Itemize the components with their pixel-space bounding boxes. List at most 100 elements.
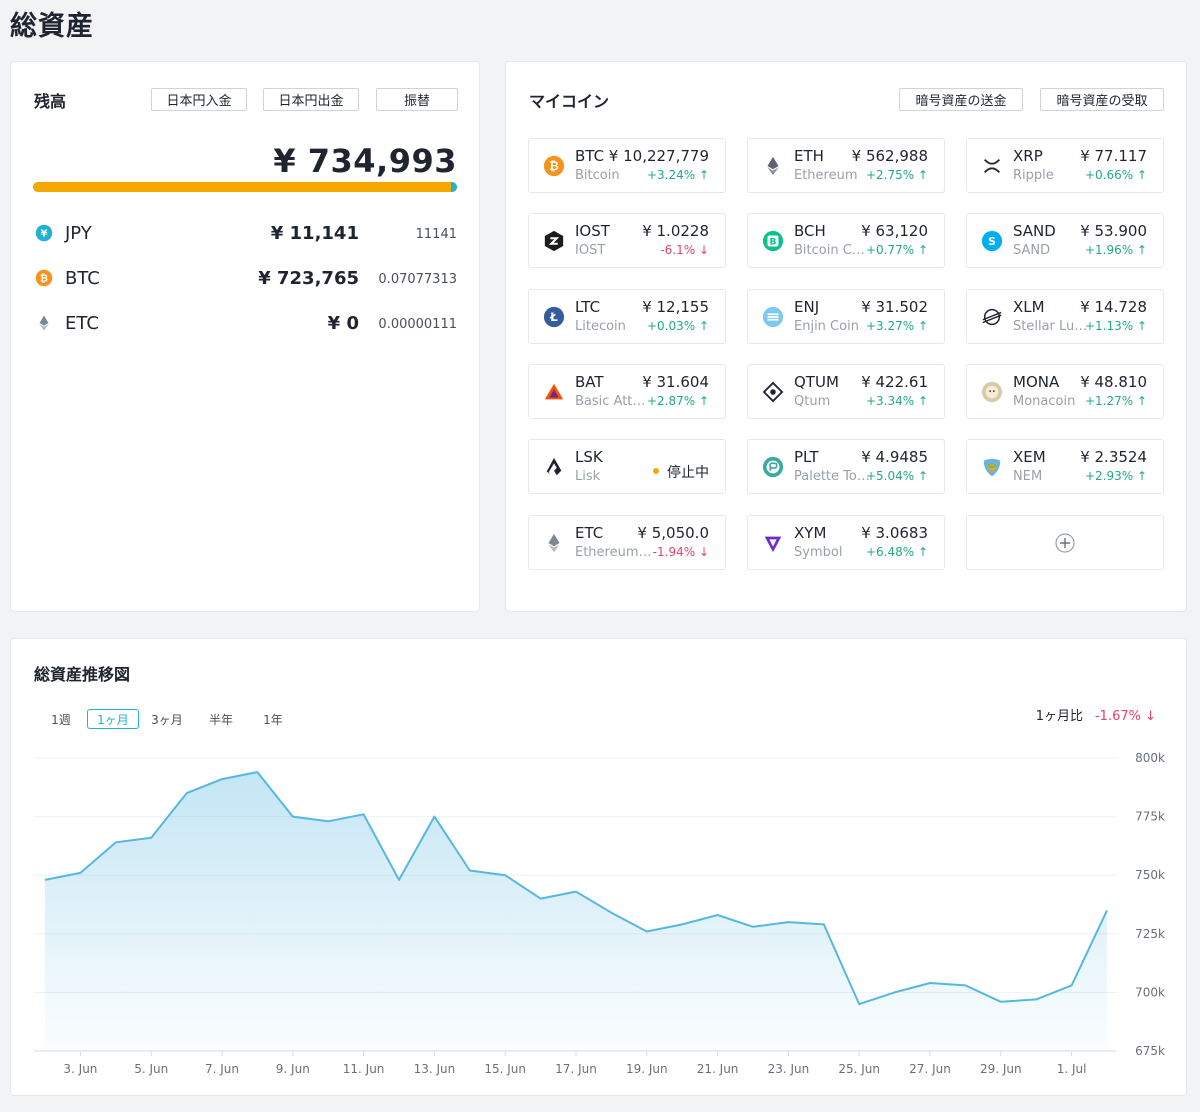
coin-card-bch[interactable]: B BCH Bitcoin Cash ¥ 63,120 +0.77% ↑ — [747, 213, 945, 268]
coin-name: IOST — [575, 243, 606, 258]
coin-card-mona[interactable]: MONA Monacoin ¥ 48.810 +1.27% ↑ — [966, 364, 1164, 419]
series-area — [45, 772, 1107, 1051]
coin-change: +2.75% ↑ — [865, 168, 928, 182]
coin-price: ¥ 2.3524 — [1080, 448, 1147, 466]
coin-name: Qtum — [794, 394, 831, 409]
coin-symbol: BAT — [575, 373, 604, 391]
data-point — [676, 918, 688, 930]
crypto-receive-button[interactable]: 暗号資産の受取 — [1040, 88, 1164, 111]
qtum-icon — [762, 381, 784, 403]
coin-card-qtum[interactable]: QTUM Qtum ¥ 422.61 +3.34% ↑ — [747, 364, 945, 419]
coin-price: ¥ 12,155 — [642, 298, 709, 316]
jpy-icon: ¥ — [35, 224, 53, 242]
trading-suspended-status: 停止中 — [653, 462, 709, 482]
x-tick-label: 5. Jun — [134, 1062, 168, 1076]
coin-card-iost[interactable]: IOST IOST ¥ 1.0228 -6.1% ↓ — [528, 213, 726, 268]
coin-symbol: ETH — [794, 147, 824, 165]
coin-card-plt[interactable]: PLT Palette Token ¥ 4.9485 +5.04% ↑ — [747, 439, 945, 494]
svg-text:Ł: Ł — [549, 310, 558, 324]
litecoin-icon: Ł — [543, 306, 565, 328]
data-point — [570, 886, 582, 898]
coin-symbol: ETC — [575, 524, 604, 542]
coin-card-bat[interactable]: BAT Basic Attention Token ¥ 31.604 +2.87% ↑ — [528, 364, 726, 419]
coin-card-lsk[interactable]: LSK Lisk 停止中 — [528, 439, 726, 494]
data-point — [216, 773, 228, 785]
data-point — [605, 907, 617, 919]
asset-amount: 0.07077313 — [378, 272, 457, 287]
coin-card-xem[interactable]: XEM NEM ¥ 2.3524 +2.93% ↑ — [966, 439, 1164, 494]
asset-symbol: JPY — [65, 223, 92, 244]
x-tick-label: 25. Jun — [838, 1062, 880, 1076]
x-tick-label: 13. Jun — [414, 1062, 456, 1076]
coin-symbol: QTUM — [794, 373, 839, 391]
balance-title: 残高 — [34, 92, 67, 111]
bitcoin-icon: ₿ — [543, 155, 565, 177]
coin-name: Stellar Lumens — [1013, 319, 1091, 334]
balance-card: 残高 日本円入金 日本円出金 振替 ¥ 734,993 ¥ JPY ¥ 11,141… — [10, 61, 480, 612]
data-point — [782, 916, 794, 928]
data-point — [428, 811, 440, 823]
add-coin-button[interactable] — [966, 515, 1164, 570]
coin-card-xym[interactable]: XYM Symbol ¥ 3.0683 +6.48% ↑ — [747, 515, 945, 570]
coin-change: +1.13% ↑ — [1084, 319, 1147, 333]
coin-card-sand[interactable]: S SAND SAND ¥ 53.900 +1.96% ↑ — [966, 213, 1164, 268]
x-tick-label: 1. Jul — [1057, 1062, 1087, 1076]
coin-card-btc[interactable]: ₿ BTC Bitcoin ¥ 10,227,779 +3.24% ↑ — [528, 138, 726, 193]
coin-change: +3.24% ↑ — [646, 168, 709, 182]
x-tick-label: 15. Jun — [484, 1062, 526, 1076]
coin-card-enj[interactable]: ENJ Enjin Coin ¥ 31.502 +3.27% ↑ — [747, 289, 945, 344]
coin-name: SAND — [1013, 243, 1051, 258]
iost-icon — [543, 230, 565, 252]
asset-amount: 11141 — [415, 227, 457, 242]
ethereum-classic-icon — [543, 532, 565, 554]
coin-symbol: XRP — [1013, 147, 1043, 165]
coin-price: ¥ 48.810 — [1080, 373, 1147, 391]
svg-text:S: S — [988, 235, 996, 248]
sand-icon: S — [981, 230, 1003, 252]
transfer-button[interactable]: 振替 — [376, 88, 458, 111]
coin-price: ¥ 4.9485 — [861, 448, 928, 466]
asset-ratio-jpy-segment — [450, 182, 457, 192]
coin-price: ¥ 14.728 — [1080, 298, 1147, 316]
coin-price: ¥ 53.900 — [1080, 222, 1147, 240]
x-tick-label: 29. Jun — [980, 1062, 1022, 1076]
coin-name: Monacoin — [1013, 394, 1076, 409]
coin-card-eth[interactable]: ETH Ethereum ¥ 562,988 +2.75% ↑ — [747, 138, 945, 193]
asset-symbol: ETC — [65, 313, 99, 334]
jpy-deposit-button[interactable]: 日本円入金 — [151, 88, 247, 111]
coin-card-etc[interactable]: ETC Ethereum Classic ¥ 5,050.0 -1.94% ↓ — [528, 515, 726, 570]
jpy-withdraw-button[interactable]: 日本円出金 — [263, 88, 359, 111]
mycoin-card: マイコイン 暗号資産の送金 暗号資産の受取 ₿ BTC Bitcoin ¥ 10,22… — [505, 61, 1187, 612]
crypto-send-button[interactable]: 暗号資産の送金 — [899, 88, 1023, 111]
coin-symbol: PLT — [794, 448, 819, 466]
status-dot-icon — [653, 468, 659, 474]
coin-card-ltc[interactable]: Ł LTC Litecoin ¥ 12,155 +0.03% ↑ — [528, 289, 726, 344]
coin-change: -1.94% ↓ — [652, 545, 709, 559]
lisk-icon — [543, 456, 565, 478]
coin-card-xlm[interactable]: XLM Stellar Lumens ¥ 14.728 +1.13% ↑ — [966, 289, 1164, 344]
data-point — [145, 832, 157, 844]
asset-row-etc: ETC ¥ 0 0.00000111 — [33, 309, 457, 339]
data-point — [641, 926, 653, 938]
asset-row-btc: ₿ BTC ¥ 723,765 0.07077313 — [33, 264, 457, 294]
ethereum-icon — [762, 155, 784, 177]
asset-jpy-value: ¥ 723,765 — [258, 268, 359, 289]
asset-jpy-value: ¥ 11,141 — [270, 223, 359, 244]
data-point — [287, 811, 299, 823]
page-title: 総資産 — [10, 11, 94, 42]
data-point — [712, 909, 724, 921]
asset-jpy-value: ¥ 0 — [327, 313, 359, 334]
data-point — [322, 815, 334, 827]
coin-change: +1.96% ↑ — [1084, 243, 1147, 257]
coin-symbol: BCH — [794, 222, 826, 240]
coin-symbol: IOST — [575, 222, 610, 240]
coin-name: Ripple — [1013, 168, 1054, 183]
mycoin-title: マイコイン — [529, 92, 610, 111]
coin-card-xrp[interactable]: XRP Ripple ¥ 77.117 +0.66% ↑ — [966, 138, 1164, 193]
data-point — [924, 977, 936, 989]
data-point — [853, 998, 865, 1010]
nem-icon — [981, 456, 1003, 478]
data-point — [959, 979, 971, 991]
coin-change: +5.04% ↑ — [865, 469, 928, 483]
coin-name: NEM — [1013, 469, 1043, 484]
